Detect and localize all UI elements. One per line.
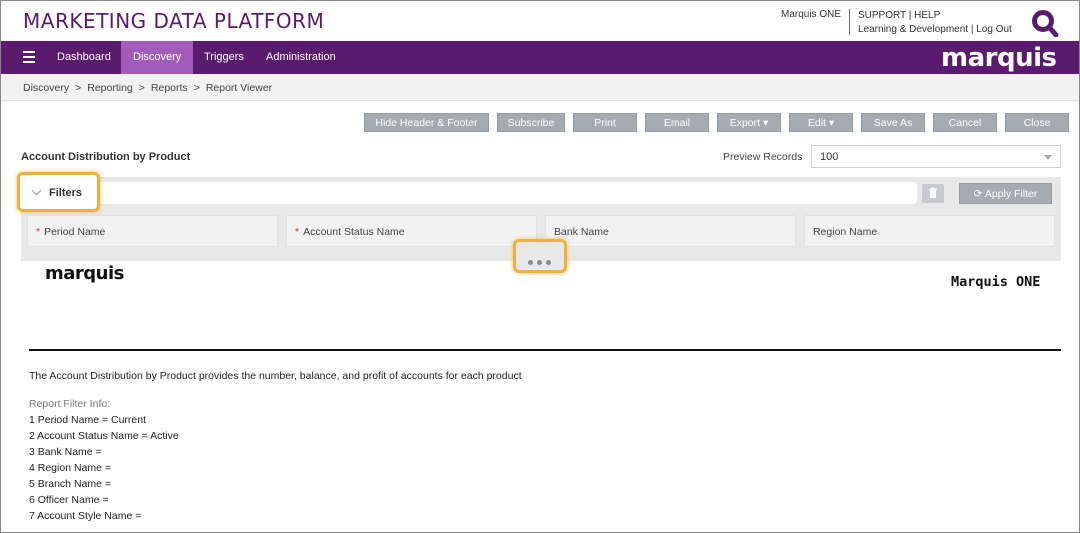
filters-label: Filters <box>49 187 83 199</box>
filter-info-line: 6 Officer Name = <box>29 494 109 506</box>
hide-header-footer-button[interactable]: Hide Header & Footer <box>364 113 489 132</box>
search-icon[interactable] <box>1031 9 1059 37</box>
filter-field-period-name[interactable]: * Period Name <box>27 215 278 247</box>
breadcrumb-discovery[interactable]: Discovery <box>23 82 69 94</box>
main-nav: Dashboard Discovery Triggers Administrat… <box>1 41 1079 74</box>
refresh-icon: ⟳ <box>973 188 983 200</box>
breadcrumb-separator: > <box>193 82 200 94</box>
close-button[interactable]: Close <box>1005 113 1069 132</box>
breadcrumb-report-viewer: Report Viewer <box>205 82 273 94</box>
print-button[interactable]: Print <box>573 113 637 132</box>
trash-icon <box>929 187 937 198</box>
preview-records-select[interactable]: 100 <box>811 145 1061 168</box>
preview-records-label: Preview Records <box>723 151 803 163</box>
filter-field-region-name[interactable]: Region Name <box>804 215 1055 247</box>
filter-info-line: 3 Bank Name = <box>29 446 102 458</box>
breadcrumb: Discovery > Reporting > Reports > Report Viewe… <box>1 74 1079 101</box>
more-dots-icon <box>528 256 555 268</box>
export-button[interactable]: Export ▾ <box>717 113 781 132</box>
report-filter-info-title: Report Filter Info: <box>29 398 111 410</box>
filter-field-account-status-name[interactable]: * Account Status Name <box>286 215 537 247</box>
nav-discovery[interactable]: Discovery <box>121 41 194 74</box>
breadcrumb-separator: > <box>75 82 82 94</box>
breadcrumb-separator: > <box>138 82 145 94</box>
header-divider <box>849 9 850 35</box>
filter-info-line: 2 Account Status Name = Active <box>29 430 179 442</box>
report-logo: marquis <box>45 263 124 284</box>
nav-triggers[interactable]: Triggers <box>192 41 256 74</box>
chevron-down-icon <box>31 185 42 196</box>
clear-filters-button[interactable] <box>922 184 944 203</box>
header-links: SUPPORT | HELP Learning & Development | … <box>858 9 1012 37</box>
filter-info-line: 7 Account Style Name = <box>29 510 142 522</box>
cancel-button[interactable]: Cancel <box>933 113 997 132</box>
report-divider <box>29 349 1061 351</box>
nav-administration[interactable]: Administration <box>254 41 348 74</box>
top-header: MARKETING DATA PLATFORM Marquis ONE SUPP… <box>1 1 1079 41</box>
user-name[interactable]: Marquis ONE <box>761 9 841 20</box>
filter-field-bank-name[interactable]: Bank Name <box>545 215 796 247</box>
email-button[interactable]: Email <box>645 113 709 132</box>
save-as-button[interactable]: Save As <box>861 113 925 132</box>
report-description: The Account Distribution by Product prov… <box>29 370 522 382</box>
brand-logo: marquis <box>941 43 1057 73</box>
required-mark: * <box>295 226 300 238</box>
filter-field-label: Period Name <box>44 226 106 238</box>
apply-filter-label: Apply Filter <box>984 188 1038 200</box>
learning-link[interactable]: Learning & Development <box>858 24 968 35</box>
nav-dashboard[interactable]: Dashboard <box>45 41 123 74</box>
breadcrumb-reporting[interactable]: Reporting <box>87 82 133 94</box>
help-link[interactable]: HELP <box>914 10 940 21</box>
filter-info-line: 5 Branch Name = <box>29 478 112 490</box>
hamburger-menu-icon[interactable] <box>23 51 35 63</box>
app-title: MARKETING DATA PLATFORM <box>23 9 325 33</box>
filters-toggle[interactable]: Filters <box>17 172 100 212</box>
edit-button[interactable]: Edit ▾ <box>789 113 853 132</box>
required-mark: * <box>36 226 41 238</box>
subscribe-button[interactable]: Subscribe <box>497 113 565 132</box>
filter-info-line: 1 Period Name = Current <box>29 414 147 426</box>
link-separator: | <box>970 24 974 35</box>
logout-link[interactable]: Log Out <box>976 24 1012 35</box>
report-brand: Marquis ONE <box>951 274 1041 290</box>
support-link[interactable]: SUPPORT <box>858 10 906 21</box>
apply-filter-button[interactable]: ⟳ Apply Filter <box>959 183 1052 204</box>
filter-field-label: Bank Name <box>554 226 609 238</box>
chevron-down-icon <box>1044 155 1052 160</box>
expand-filters-handle[interactable] <box>513 239 567 273</box>
filter-info-line: 4 Region Name = <box>29 462 112 474</box>
filter-bar <box>100 182 917 204</box>
link-separator: | <box>908 10 912 21</box>
filter-field-label: Account Status Name <box>303 226 405 238</box>
filter-field-label: Region Name <box>813 226 878 238</box>
breadcrumb-reports[interactable]: Reports <box>151 82 188 94</box>
preview-records-value: 100 <box>820 151 839 163</box>
report-title: Account Distribution by Product <box>21 151 191 163</box>
